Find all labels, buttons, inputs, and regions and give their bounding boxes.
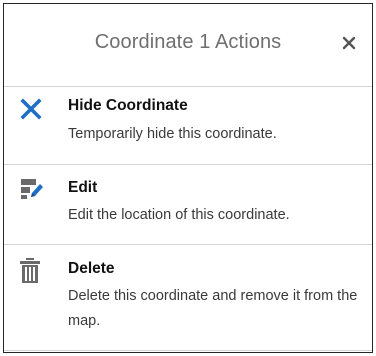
x-icon xyxy=(20,98,42,120)
edit-description: Edit the location of this coordinate. xyxy=(68,207,290,223)
delete-label: Delete xyxy=(68,260,115,277)
edit-action[interactable]: Edit Edit the location of this coordinat… xyxy=(4,165,372,245)
popup-title: Coordinate 1 Actions xyxy=(94,31,282,53)
coordinate-actions-popup: Coordinate 1 Actions Hide Coordinate Tem… xyxy=(3,3,373,353)
hide-coordinate-description: Temporarily hide this coordinate. xyxy=(68,126,277,142)
delete-action[interactable]: Delete Delete this coordinate and remove… xyxy=(4,245,372,351)
edit-label: Edit xyxy=(68,179,98,196)
popup-header: Coordinate 1 Actions xyxy=(4,4,372,87)
hide-coordinate-label: Hide Coordinate xyxy=(68,97,188,114)
hide-coordinate-action[interactable]: Hide Coordinate Temporarily hide this co… xyxy=(4,87,372,165)
edit-icon xyxy=(21,179,43,199)
delete-description: Delete this coordinate and remove it fro… xyxy=(68,288,358,329)
trash-icon xyxy=(20,258,40,283)
close-icon[interactable] xyxy=(342,36,356,50)
